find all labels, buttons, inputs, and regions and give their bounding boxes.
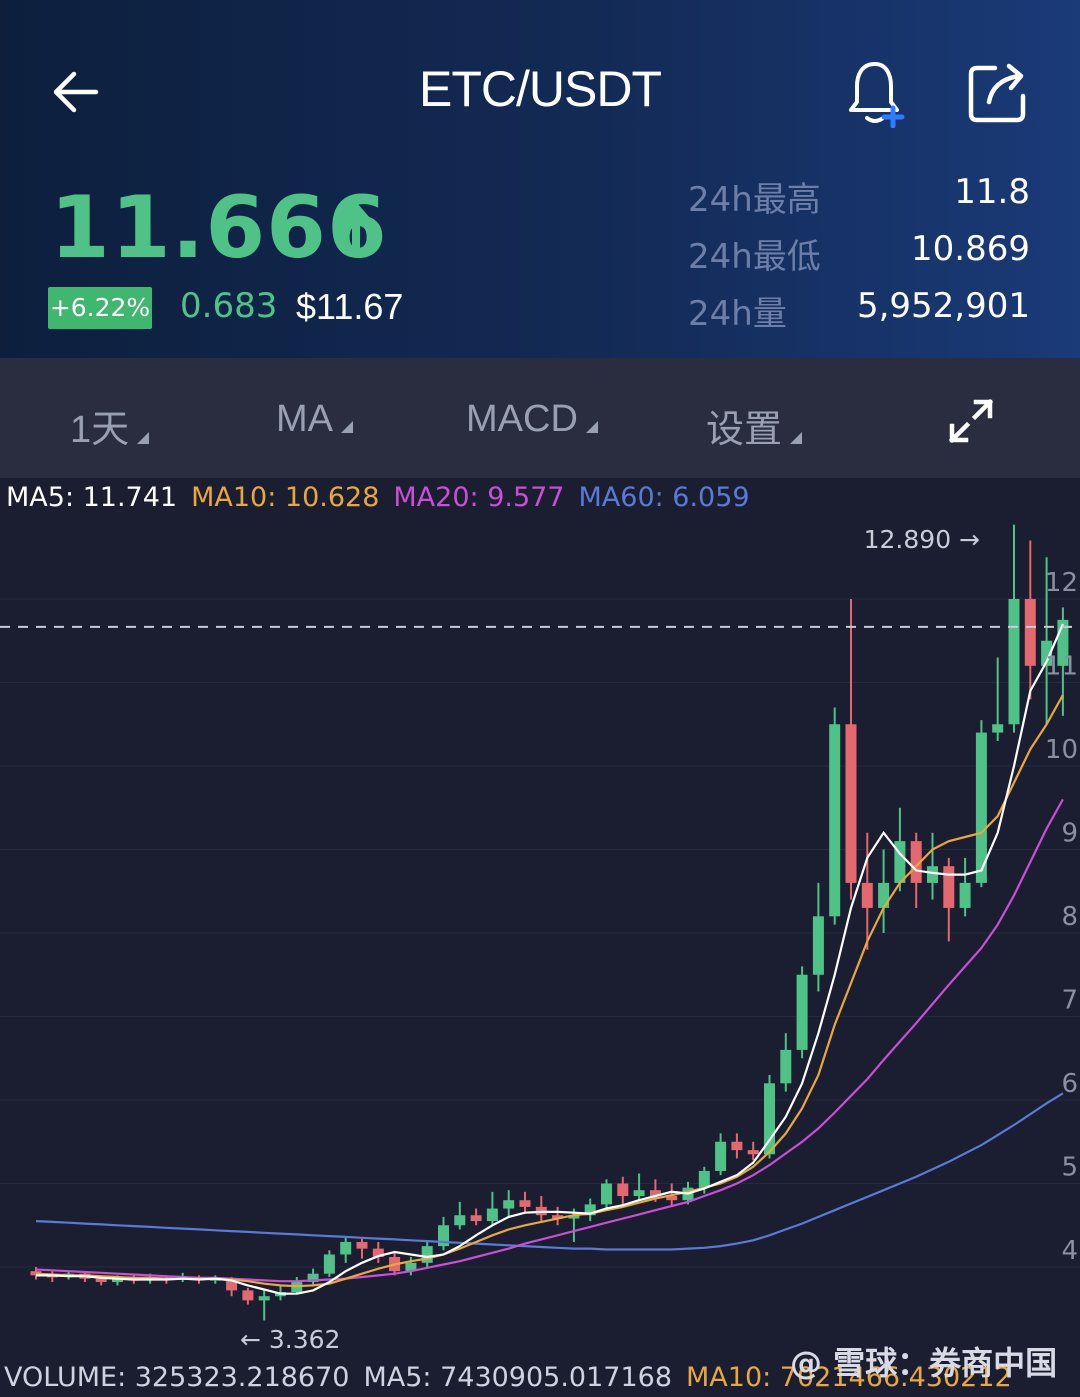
stat-low-value: 10.869 (911, 229, 1030, 269)
stat-low-label: 24h最低 (688, 237, 821, 277)
indicator-selector[interactable]: MA (276, 398, 353, 441)
candle-body (356, 1241, 368, 1249)
y-axis-label: 8 (1061, 902, 1078, 932)
sub-indicator-selector[interactable]: MACD (466, 398, 598, 441)
candle-body (959, 882, 971, 908)
candle-body (943, 866, 955, 908)
period-selector[interactable]: 1天 (70, 398, 150, 453)
stat-high-label: 24h最高 (688, 180, 821, 220)
usd-price: $11.67 (296, 286, 404, 327)
candle-body (601, 1183, 612, 1205)
chart-toolbar: 1天 MA MACD 设置 (0, 358, 1080, 478)
candle-body (340, 1241, 352, 1255)
ma-legend: MA5: 11.741 MA10: 10.628 MA20: 9.577 MA60: … (6, 482, 764, 513)
ma5-legend: MA5: 11.741 (6, 482, 178, 513)
dropdown-triangle-icon (790, 432, 803, 444)
period-label: 1天 (70, 409, 130, 451)
low-label: ← 3.362 (240, 1325, 340, 1354)
y-axis-label: 5 (1061, 1153, 1078, 1183)
ma60-legend: MA60: 6.059 (578, 482, 750, 513)
candle-body (780, 1049, 792, 1084)
candle-body (992, 724, 1004, 733)
ma10-legend: MA10: 10.628 (191, 482, 380, 513)
bell-add-icon[interactable] (845, 58, 909, 128)
y-axis-label: 4 (1061, 1236, 1078, 1266)
candle-body (633, 1190, 645, 1197)
candle-body (454, 1215, 466, 1226)
candle-body (323, 1254, 335, 1274)
ma20-legend: MA20: 9.577 (393, 482, 565, 513)
candle-body (747, 1150, 759, 1155)
fullscreen-icon[interactable] (948, 398, 994, 444)
high-label: 12.890 → (864, 525, 980, 554)
settings-selector[interactable]: 设置 (706, 398, 803, 453)
candle-body (861, 882, 873, 908)
top-bar: ETC/USDT (0, 40, 1080, 140)
candle-body (878, 882, 890, 908)
candle-body (1008, 599, 1020, 725)
ma60-line (35, 1092, 1064, 1251)
candle-body (812, 916, 824, 975)
ma20-line (35, 798, 1064, 1283)
dropdown-triangle-icon (137, 432, 150, 444)
chart-area[interactable]: 12 11 10 9 8 7 6 5 4 12.890 → ← 3.362 (0, 478, 1080, 1393)
stat-volume-value: 5,952,901 (856, 286, 1030, 326)
candle-body (95, 1278, 107, 1283)
change-pct-badge: +6.22% (48, 287, 152, 329)
y-axis-label: 7 (1061, 986, 1078, 1016)
dropdown-triangle-icon (341, 421, 353, 433)
stat-volume-label: 24h量 (688, 294, 787, 334)
share-icon[interactable] (965, 60, 1031, 126)
ma10-line (35, 694, 1064, 1288)
settings-label: 设置 (706, 409, 783, 451)
candle-body (1024, 599, 1036, 666)
candle-body (486, 1208, 498, 1222)
candle-body (927, 866, 938, 883)
candle-body (503, 1200, 515, 1209)
pair-title: ETC/USDT (419, 61, 662, 117)
y-axis-label: 12 (1045, 568, 1078, 598)
candle-body (731, 1141, 743, 1151)
ma5-line (36, 623, 1064, 1295)
candle-body (242, 1290, 254, 1301)
y-axis-label: 10 (1045, 735, 1078, 765)
candle-body (698, 1170, 710, 1188)
candle-body (715, 1141, 727, 1171)
watermark-logo: @ 雪球：券商中国 (790, 1344, 1058, 1382)
candle-body (845, 724, 857, 883)
dropdown-triangle-icon (585, 421, 598, 433)
candle-body (829, 724, 841, 917)
volume-ma5: MA5: 7430905.017168 (363, 1362, 672, 1393)
candlestick-chart[interactable]: 12 11 10 9 8 7 6 5 4 12.890 → ← 3.362 (0, 478, 1080, 1393)
candle-body (470, 1215, 482, 1222)
candle-body (258, 1296, 270, 1301)
candle-body (796, 974, 808, 1050)
header: ETC/USDT 11.666 +6.22% 0.683 $11.67 24h最… (0, 0, 1080, 358)
y-axis-label: 9 (1061, 819, 1078, 849)
arrow-up-icon (338, 201, 374, 252)
stat-high-value: 11.8 (954, 172, 1030, 212)
volume-value: VOLUME: 325323.218670 (4, 1362, 350, 1393)
y-axis-label: 6 (1061, 1069, 1078, 1099)
sub-indicator-label: MACD (466, 398, 578, 440)
candle-body (617, 1183, 629, 1197)
indicator-label: MA (276, 398, 333, 440)
y-axis-label: 11 (1045, 652, 1078, 682)
candle-body (519, 1200, 531, 1207)
change-abs: 0.683 (180, 286, 278, 326)
